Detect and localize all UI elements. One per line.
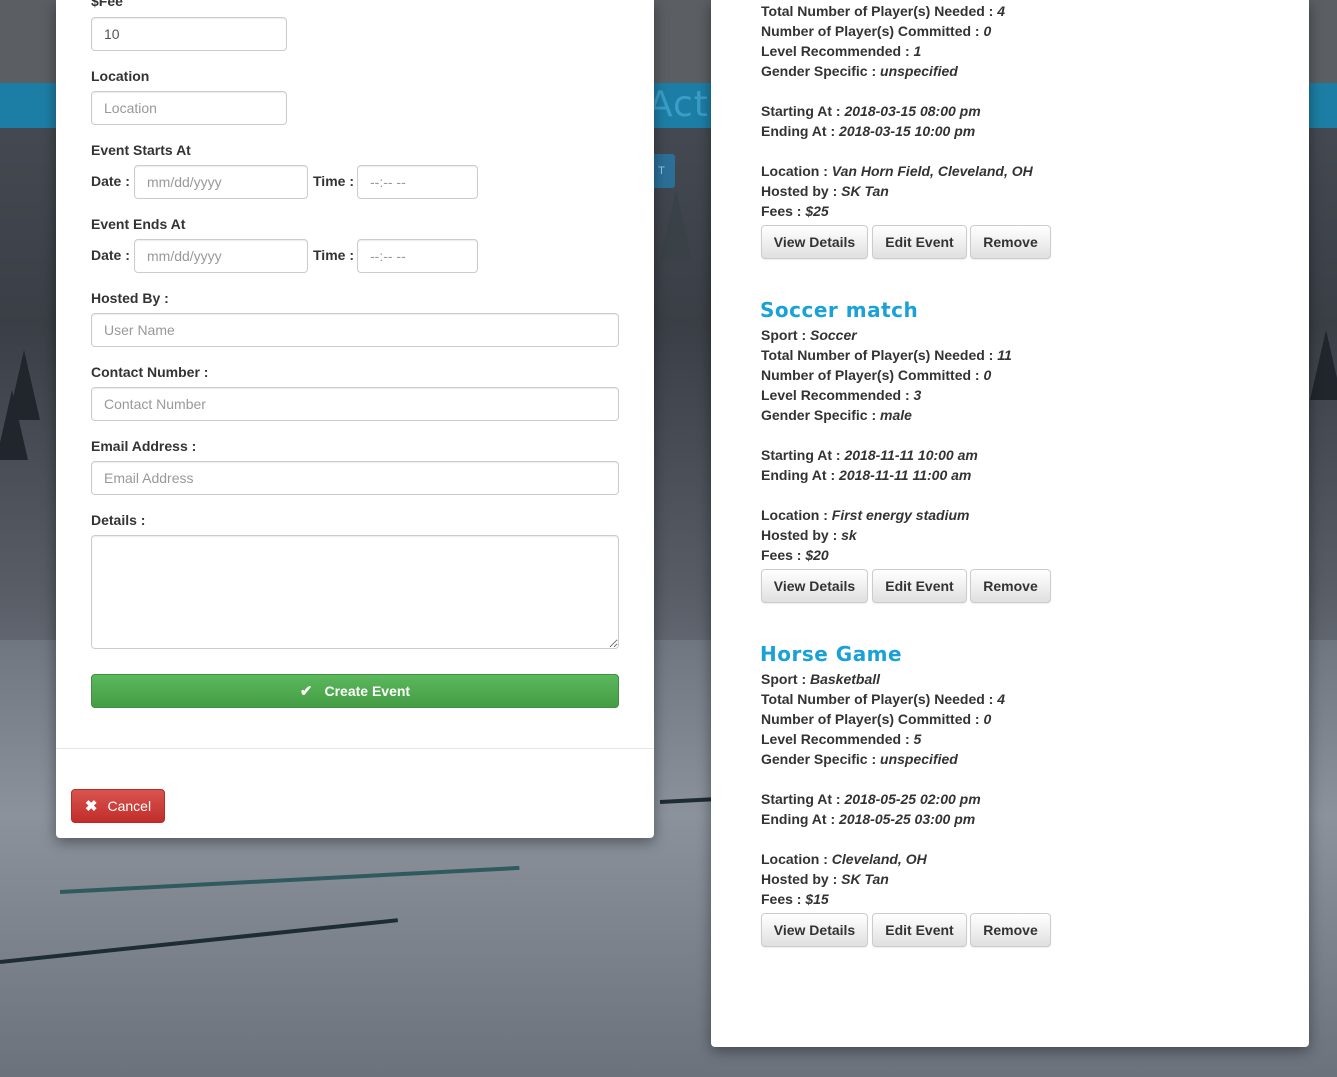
event-ending-at: Ending At : 2018-03-15 10:00 pm xyxy=(761,123,976,139)
create-event-modal: $Fee 10 Location Location Event Starts A… xyxy=(56,0,654,838)
start-time-label: Time : xyxy=(313,173,354,189)
location-label: Location xyxy=(91,68,150,84)
details-label: Details : xyxy=(91,512,146,528)
event-location: Location : First energy stadium xyxy=(761,507,970,523)
event-detail-line: Total Number of Player(s) Needed : 4 xyxy=(761,691,1006,707)
view-details-button[interactable]: View Details xyxy=(761,225,868,259)
cancel-label: Cancel xyxy=(107,798,152,814)
start-date-input[interactable]: mm/dd/yyyy xyxy=(134,165,308,199)
start-time-input[interactable]: --:-- -- xyxy=(357,165,478,199)
end-time-input[interactable]: --:-- -- xyxy=(357,239,478,273)
tree-shape xyxy=(660,190,692,260)
event-ending-at: Ending At : 2018-11-11 11:00 am xyxy=(761,467,972,483)
event-detail-line: Number of Player(s) Committed : 0 xyxy=(761,711,992,727)
view-details-button[interactable]: View Details xyxy=(761,913,868,947)
event-detail-line: Level Recommended : 5 xyxy=(761,731,922,747)
end-date-label: Date : xyxy=(91,247,130,263)
end-date-input[interactable]: mm/dd/yyyy xyxy=(134,239,308,273)
banner-heading: Acti xyxy=(648,84,720,125)
event-title: Soccer match xyxy=(760,298,919,322)
event-starts-label: Event Starts At xyxy=(91,142,191,158)
tree-shape xyxy=(1310,330,1337,400)
event-starting-at: Starting At : 2018-03-15 08:00 pm xyxy=(761,103,981,119)
hosted-by-input[interactable]: User Name xyxy=(91,313,619,347)
event-hosted-by: Hosted by : SK Tan xyxy=(761,871,889,887)
contact-number-input[interactable]: Contact Number xyxy=(91,387,619,421)
fee-label: $Fee xyxy=(91,0,123,9)
event-detail-line: Total Number of Player(s) Needed : 11 xyxy=(761,347,1012,363)
remove-event-button[interactable]: Remove xyxy=(970,913,1051,947)
close-icon: ✖ xyxy=(84,798,98,815)
email-label: Email Address : xyxy=(91,438,197,454)
event-detail-line: Gender Specific : unspecified xyxy=(761,63,958,79)
event-ends-label: Event Ends At xyxy=(91,216,186,232)
details-textarea[interactable] xyxy=(91,535,619,649)
event-fees: Fees : $25 xyxy=(761,203,829,219)
event-detail-line: Gender Specific : male xyxy=(761,407,912,423)
remove-event-button[interactable]: Remove xyxy=(970,225,1051,259)
edit-event-button[interactable]: Edit Event xyxy=(872,225,967,259)
event-detail-line: Number of Player(s) Committed : 0 xyxy=(761,367,992,383)
modal-footer-divider xyxy=(56,748,654,749)
contact-number-label: Contact Number : xyxy=(91,364,209,380)
event-detail-line: Level Recommended : 3 xyxy=(761,387,922,403)
fee-input[interactable]: 10 xyxy=(91,17,287,51)
view-details-button[interactable]: View Details xyxy=(761,569,868,603)
create-event-label: Create Event xyxy=(324,683,411,699)
event-starting-at: Starting At : 2018-05-25 02:00 pm xyxy=(761,791,981,807)
start-date-label: Date : xyxy=(91,173,130,189)
event-fees: Fees : $20 xyxy=(761,547,829,563)
event-detail-line: Sport : Soccer xyxy=(761,327,857,343)
checkmark-icon: ✔ xyxy=(299,683,313,700)
event-detail-line: Sport : Basketball xyxy=(761,671,881,687)
event-title: Horse Game xyxy=(760,642,903,666)
edit-event-button[interactable]: Edit Event xyxy=(872,913,967,947)
event-location: Location : Van Horn Field, Cleveland, OH xyxy=(761,163,1033,179)
event-fees: Fees : $15 xyxy=(761,891,829,907)
event-hosted-by: Hosted by : SK Tan xyxy=(761,183,889,199)
end-time-label: Time : xyxy=(313,247,354,263)
tree-shape xyxy=(0,390,28,460)
event-starting-at: Starting At : 2018-11-11 10:00 am xyxy=(761,447,978,463)
event-detail-line: Number of Player(s) Committed : 0 xyxy=(761,23,992,39)
event-location: Location : Cleveland, OH xyxy=(761,851,927,867)
events-list-panel: Total Number of Player(s) Needed : 4 Num… xyxy=(711,0,1309,1047)
remove-event-button[interactable]: Remove xyxy=(970,569,1051,603)
event-detail-line: Level Recommended : 1 xyxy=(761,43,922,59)
email-input[interactable]: Email Address xyxy=(91,461,619,495)
edit-event-button[interactable]: Edit Event xyxy=(872,569,967,603)
cancel-button[interactable]: ✖ Cancel xyxy=(71,789,165,823)
event-detail-line: Gender Specific : unspecified xyxy=(761,751,958,767)
event-detail-line: Total Number of Player(s) Needed : 4 xyxy=(761,3,1006,19)
event-hosted-by: Hosted by : sk xyxy=(761,527,857,543)
create-event-button[interactable]: ✔ Create Event xyxy=(91,674,619,708)
location-input[interactable]: Location xyxy=(91,91,287,125)
event-ending-at: Ending At : 2018-05-25 03:00 pm xyxy=(761,811,976,827)
hosted-by-label: Hosted By : xyxy=(91,290,169,306)
